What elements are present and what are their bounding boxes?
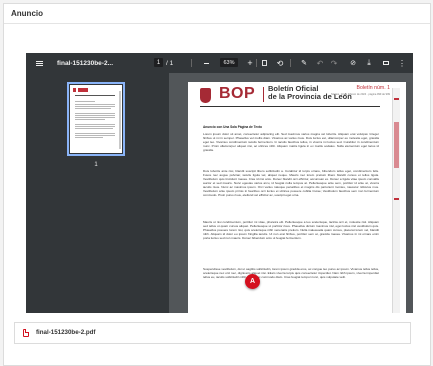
bulletin-number: Boletín núm. 1 (356, 85, 390, 91)
draw-icon[interactable]: ✎ (300, 53, 308, 73)
attachment-link[interactable]: final-151230be-2.pdf (14, 322, 411, 344)
paragraph: Suspendisse vestibulum, dui ut sagittis … (203, 267, 379, 279)
header-divider (263, 87, 264, 102)
pdf-file-icon (23, 329, 29, 337)
thumbnail-sidebar: 1 (26, 73, 169, 313)
bulletin-date: Martes, 13 de febrero de 2024 · página 9… (331, 93, 390, 96)
card-title: Anuncio (11, 9, 43, 18)
toolbar-divider (290, 59, 291, 67)
title-divider (4, 23, 430, 24)
page-number-input[interactable]: 1 (154, 58, 163, 67)
document-heading: Anuncio con Una Sola Página de Texto (203, 125, 262, 129)
paragraph: Duis lobortis ante nisi, blandit suscipi… (203, 169, 379, 197)
undo-icon[interactable]: ↶ (316, 53, 324, 73)
minus-icon (203, 62, 209, 64)
redo-icon[interactable]: ↷ (330, 53, 338, 73)
pdf-viewer[interactable]: final-151230be-2... 1 / 1 63% + ⟲ ✎ ↶ ↷ … (26, 53, 413, 313)
toolbar-divider (191, 59, 192, 67)
zoom-in-button[interactable]: + (246, 53, 254, 73)
zoom-out-button[interactable] (202, 53, 210, 73)
print-icon[interactable] (381, 53, 390, 73)
pdf-filename: final-151230be-2... (57, 59, 113, 67)
page-total: / 1 (166, 59, 174, 67)
pdf-page: BOP Boletín Oficial de la Provincia de L… (188, 82, 406, 313)
menu-icon[interactable] (35, 53, 44, 73)
paragraph: Mauris ut nisi condimentum, porttitor mi… (203, 220, 379, 240)
attachment-filename[interactable]: final-151230be-2.pdf (36, 329, 96, 336)
rotate-icon[interactable]: ⟲ (276, 53, 284, 73)
more-vert-icon[interactable]: ⋮ (398, 53, 406, 73)
toolbar-divider (256, 59, 257, 67)
page-header-rule (200, 106, 380, 107)
acrobat-fab-button[interactable]: A (245, 274, 260, 289)
zoom-level-input[interactable]: 63% (220, 58, 238, 67)
save-edit-icon[interactable]: ⊘ (349, 53, 357, 73)
paragraph: Lorem ipsum dolor sit amet, consectetur … (203, 132, 379, 152)
bop-logo: BOP (219, 85, 256, 102)
verification-strip (392, 88, 400, 313)
coat-of-arms-icon (200, 88, 211, 103)
thumbnail-page-number: 1 (94, 162, 98, 168)
page-thumbnail[interactable] (67, 82, 125, 156)
fit-page-icon[interactable] (260, 53, 268, 73)
download-icon[interactable]: ⤓ (365, 53, 373, 73)
pdf-toolbar: final-151230be-2... 1 / 1 63% + ⟲ ✎ ↶ ↷ … (26, 53, 413, 73)
